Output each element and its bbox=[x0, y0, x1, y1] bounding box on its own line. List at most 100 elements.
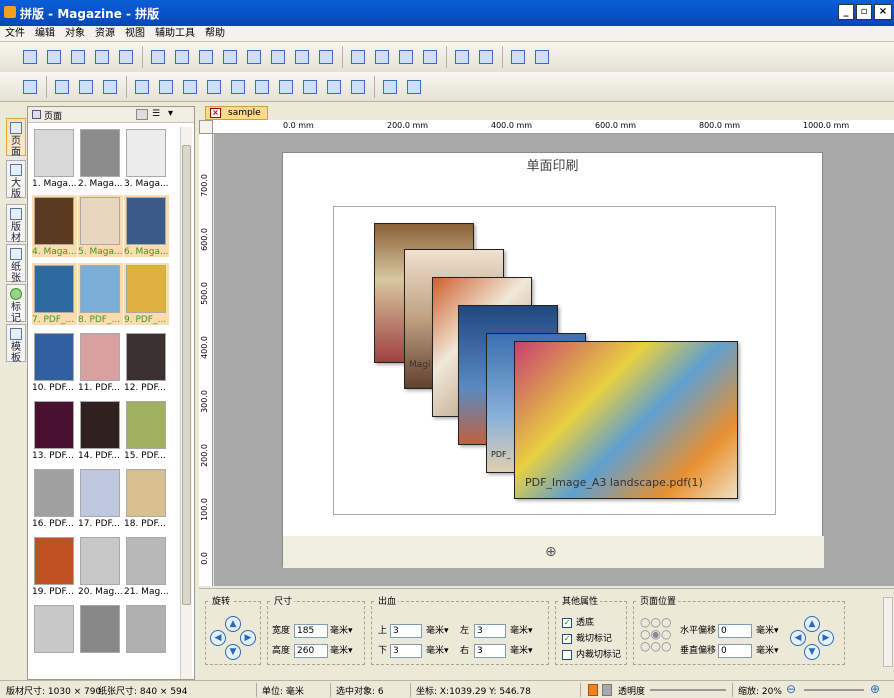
panel-menu-icon[interactable]: ▾ bbox=[168, 108, 180, 120]
grid-view-button[interactable] bbox=[300, 77, 320, 97]
width-field[interactable]: 185 bbox=[294, 624, 328, 638]
zoom-button[interactable] bbox=[396, 47, 416, 67]
bleed-bottom-unit[interactable]: 毫米▾ bbox=[426, 644, 449, 658]
page-thumbnail[interactable]: 3. Maga... bbox=[124, 127, 169, 189]
align-center-button[interactable] bbox=[156, 77, 176, 97]
page-thumbnail[interactable]: 4. Maga... bbox=[32, 195, 77, 257]
unlock-button[interactable] bbox=[100, 77, 120, 97]
page-thumbnail[interactable]: 9. PDF_... bbox=[124, 263, 169, 325]
menu-resource[interactable]: 资源 bbox=[90, 26, 120, 42]
tab-marks[interactable]: 标记 bbox=[6, 284, 26, 324]
bleed-top-field[interactable]: 3 bbox=[390, 624, 422, 638]
page-thumbnail[interactable]: 8. PDF_... bbox=[78, 263, 123, 325]
move-right-icon[interactable]: ▶ bbox=[818, 630, 834, 646]
move-down-icon[interactable]: ▼ bbox=[804, 644, 820, 660]
menu-object[interactable]: 对象 bbox=[60, 26, 90, 42]
page-thumbnail[interactable]: 21. Mag... bbox=[124, 535, 169, 597]
export-button[interactable] bbox=[380, 77, 400, 97]
tab-sheets[interactable]: 大版 bbox=[6, 160, 26, 200]
frame-button[interactable] bbox=[52, 77, 72, 97]
page-thumbnail[interactable]: 2. Maga... bbox=[78, 127, 123, 189]
menu-help[interactable]: 帮助 bbox=[200, 26, 230, 42]
inner-crop-checkbox[interactable] bbox=[562, 650, 572, 660]
view-mode-icon[interactable] bbox=[588, 684, 598, 696]
crop-marks-checkbox[interactable]: ✓ bbox=[562, 634, 572, 644]
width-unit-select[interactable]: 毫米▾ bbox=[330, 624, 353, 638]
bleed-right-unit[interactable]: 毫米▾ bbox=[510, 644, 533, 658]
bleed-right-field[interactable]: 3 bbox=[474, 644, 506, 658]
page-thumbnail[interactable] bbox=[32, 603, 77, 665]
align-grid-button[interactable] bbox=[20, 77, 40, 97]
grid-view-icon[interactable] bbox=[136, 109, 148, 120]
multi-page-button[interactable] bbox=[316, 47, 336, 67]
press-sheet[interactable]: 单面印刷 Magi PDF_ PDF_Image_A3 landscape.pd… bbox=[282, 152, 824, 568]
bleed-left-field[interactable]: 3 bbox=[474, 624, 506, 638]
delete-button[interactable] bbox=[220, 47, 240, 67]
lock-button[interactable] bbox=[76, 77, 96, 97]
pages-scrollbar[interactable] bbox=[180, 127, 192, 679]
page-thumbnail[interactable]: 16. PDF... bbox=[32, 467, 77, 529]
link-button[interactable] bbox=[268, 47, 288, 67]
tab-pages[interactable]: 页面 bbox=[6, 118, 26, 158]
page-thumbnail[interactable]: 13. PDF... bbox=[32, 399, 77, 461]
page-thumbnail[interactable]: 11. PDF... bbox=[78, 331, 123, 393]
menu-file[interactable]: 文件 bbox=[0, 26, 30, 42]
select-button[interactable] bbox=[372, 47, 392, 67]
save-button[interactable] bbox=[44, 47, 64, 67]
cut-button[interactable] bbox=[244, 47, 264, 67]
zoom-slider[interactable] bbox=[804, 689, 864, 691]
height-unit-select[interactable]: 毫米▾ bbox=[330, 644, 353, 658]
rotate-right-icon[interactable]: ▶ bbox=[240, 630, 256, 646]
move-left-icon[interactable]: ◀ bbox=[790, 630, 806, 646]
opacity-slider[interactable] bbox=[650, 689, 726, 691]
tab-paper[interactable]: 纸张 bbox=[6, 244, 26, 284]
height-field[interactable]: 260 bbox=[294, 644, 328, 658]
page-thumbnail[interactable]: 6. Maga... bbox=[124, 195, 169, 257]
h-split-button[interactable] bbox=[324, 77, 344, 97]
refresh-button[interactable] bbox=[420, 47, 440, 67]
h-offset-field[interactable]: 0 bbox=[718, 624, 752, 638]
align-bottom-button[interactable] bbox=[276, 77, 296, 97]
page-thumbnail[interactable] bbox=[124, 603, 169, 665]
menu-edit[interactable]: 编辑 bbox=[30, 26, 60, 42]
tab-sample[interactable]: × sample bbox=[205, 106, 268, 120]
page-thumbnail[interactable]: 10. PDF... bbox=[32, 331, 77, 393]
menu-view[interactable]: 视图 bbox=[120, 26, 150, 42]
page-thumbnail[interactable]: 20. Mag... bbox=[78, 535, 123, 597]
v-offset-unit[interactable]: 毫米▾ bbox=[756, 644, 779, 658]
layout-b-button[interactable] bbox=[532, 47, 552, 67]
layout-canvas[interactable]: 单面印刷 Magi PDF_ PDF_Image_A3 landscape.pd… bbox=[214, 134, 894, 586]
preview-button[interactable] bbox=[452, 47, 472, 67]
v-offset-field[interactable]: 0 bbox=[718, 644, 752, 658]
page-button[interactable] bbox=[348, 47, 368, 67]
page-thumbnail[interactable] bbox=[78, 603, 123, 665]
page-thumbnail[interactable]: 12. PDF... bbox=[124, 331, 169, 393]
import-button[interactable] bbox=[404, 77, 424, 97]
crop-marks-button[interactable] bbox=[196, 47, 216, 67]
bleed-bottom-field[interactable]: 3 bbox=[390, 644, 422, 658]
redo-button[interactable] bbox=[172, 47, 192, 67]
bleed-top-unit[interactable]: 毫米▾ bbox=[426, 624, 449, 638]
rotate-down-icon[interactable]: ▼ bbox=[225, 644, 241, 660]
page-thumbnail[interactable]: 1. Maga... bbox=[32, 127, 77, 189]
single-page-button[interactable] bbox=[292, 47, 312, 67]
align-middle-button[interactable] bbox=[252, 77, 272, 97]
list-view-icon[interactable]: ☰ bbox=[152, 109, 164, 120]
bleed-left-unit[interactable]: 毫米▾ bbox=[510, 624, 533, 638]
page-thumbnail[interactable]: 17. PDF... bbox=[78, 467, 123, 529]
page-thumbnail[interactable]: 19. PDF... bbox=[32, 535, 77, 597]
page-thumbnail[interactable]: 14. PDF... bbox=[78, 399, 123, 461]
page-thumbnail[interactable]: 15. PDF... bbox=[124, 399, 169, 461]
align-top-button[interactable] bbox=[228, 77, 248, 97]
close-tab-icon[interactable]: × bbox=[210, 108, 221, 118]
transparent-checkbox[interactable]: ✓ bbox=[562, 618, 572, 628]
menu-tools[interactable]: 辅助工具 bbox=[150, 26, 200, 42]
page-thumbnail[interactable]: 5. Maga... bbox=[78, 195, 123, 257]
tab-templates[interactable]: 模板 bbox=[6, 324, 26, 364]
maximize-button[interactable]: ▫ bbox=[856, 4, 872, 20]
zoom-in-icon[interactable]: ⊕ bbox=[870, 682, 880, 696]
page-thumbnail[interactable]: 18. PDF... bbox=[124, 467, 169, 529]
close-button[interactable]: × bbox=[874, 4, 892, 20]
move-up-icon[interactable]: ▲ bbox=[804, 616, 820, 632]
view-mode-2-icon[interactable] bbox=[602, 684, 612, 696]
